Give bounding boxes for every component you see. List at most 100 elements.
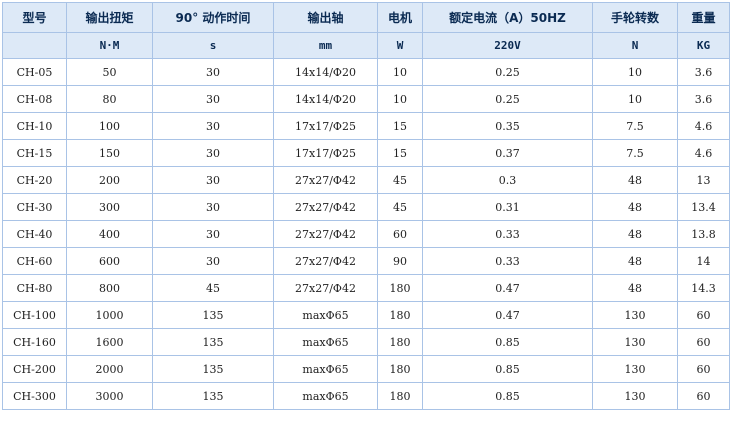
cell-rated-current: 0.47 (422, 301, 593, 329)
cell-weight: 4.6 (677, 139, 730, 167)
cell-output-shaft: 27x27/Φ42 (273, 247, 378, 275)
cell-output-shaft: 27x27/Φ42 (273, 166, 378, 194)
cell-model: CH-100 (2, 301, 67, 329)
cell-model: CH-10 (2, 112, 67, 140)
cell-action-time: 30 (152, 112, 274, 140)
cell-motor: 45 (377, 166, 423, 194)
cell-torque: 400 (66, 220, 153, 248)
cell-torque: 3000 (66, 382, 153, 410)
cell-model: CH-200 (2, 355, 67, 383)
cell-model: CH-08 (2, 85, 67, 113)
table-row: CH-300 3000 135 maxΦ65 180 0.85 130 60 (2, 382, 730, 410)
cell-model: CH-30 (2, 193, 67, 221)
cell-weight: 13.8 (677, 220, 730, 248)
table-row: CH-60 600 30 27x27/Φ42 90 0.33 48 14 (2, 247, 730, 275)
table-row: CH-05 50 30 14x14/Φ20 10 0.25 10 3.6 (2, 58, 730, 86)
cell-output-shaft: maxΦ65 (273, 328, 378, 356)
header-handwheel-turns: 手轮转数 (592, 2, 678, 33)
cell-rated-current: 0.31 (422, 193, 593, 221)
table-row: CH-200 2000 135 maxΦ65 180 0.85 130 60 (2, 355, 730, 383)
cell-model: CH-300 (2, 382, 67, 410)
cell-rated-current: 0.85 (422, 328, 593, 356)
header-action-time: 90° 动作时间 (152, 2, 274, 33)
cell-weight: 13 (677, 166, 730, 194)
cell-motor: 90 (377, 247, 423, 275)
cell-rated-current: 0.3 (422, 166, 593, 194)
cell-handwheel-turns: 48 (592, 247, 678, 275)
cell-rated-current: 0.85 (422, 382, 593, 410)
header-motor: 电机 (377, 2, 423, 33)
cell-model: CH-160 (2, 328, 67, 356)
cell-motor: 60 (377, 220, 423, 248)
cell-output-shaft: 27x27/Φ42 (273, 193, 378, 221)
cell-output-shaft: 27x27/Φ42 (273, 274, 378, 302)
header-torque: 输出扭矩 (66, 2, 153, 33)
unit-row: N·M s mm W 220V N KG (2, 32, 730, 59)
cell-handwheel-turns: 130 (592, 328, 678, 356)
cell-model: CH-20 (2, 166, 67, 194)
cell-motor: 180 (377, 355, 423, 383)
cell-motor: 10 (377, 58, 423, 86)
cell-torque: 1600 (66, 328, 153, 356)
table-row: CH-80 800 45 27x27/Φ42 180 0.47 48 14.3 (2, 274, 730, 302)
cell-torque: 800 (66, 274, 153, 302)
cell-handwheel-turns: 48 (592, 220, 678, 248)
cell-handwheel-turns: 10 (592, 85, 678, 113)
unit-output-shaft: mm (273, 32, 378, 59)
header-model: 型号 (2, 2, 67, 33)
cell-output-shaft: 17x17/Φ25 (273, 139, 378, 167)
cell-torque: 150 (66, 139, 153, 167)
unit-handwheel-turns: N (592, 32, 678, 59)
cell-action-time: 45 (152, 274, 274, 302)
table-body: CH-05 50 30 14x14/Φ20 10 0.25 10 3.6 CH-08 80 30 14… (2, 58, 730, 410)
cell-motor: 45 (377, 193, 423, 221)
cell-torque: 1000 (66, 301, 153, 329)
cell-output-shaft: 17x17/Φ25 (273, 112, 378, 140)
table-row: CH-40 400 30 27x27/Φ42 60 0.33 48 13.8 (2, 220, 730, 248)
cell-rated-current: 0.25 (422, 85, 593, 113)
spec-table: 型号 输出扭矩 90° 动作时间 输出轴 电机 额定电流（A）50HZ 手轮转数… (2, 2, 730, 410)
cell-weight: 60 (677, 355, 730, 383)
cell-rated-current: 0.85 (422, 355, 593, 383)
cell-motor: 180 (377, 274, 423, 302)
unit-action-time: s (152, 32, 274, 59)
unit-motor: W (377, 32, 423, 59)
cell-weight: 13.4 (677, 193, 730, 221)
cell-weight: 60 (677, 328, 730, 356)
cell-torque: 100 (66, 112, 153, 140)
cell-model: CH-05 (2, 58, 67, 86)
table-row: CH-20 200 30 27x27/Φ42 45 0.3 48 13 (2, 166, 730, 194)
cell-output-shaft: 27x27/Φ42 (273, 220, 378, 248)
cell-action-time: 135 (152, 355, 274, 383)
cell-output-shaft: 14x14/Φ20 (273, 85, 378, 113)
cell-handwheel-turns: 48 (592, 193, 678, 221)
cell-handwheel-turns: 48 (592, 274, 678, 302)
cell-weight: 3.6 (677, 85, 730, 113)
unit-rated-current: 220V (422, 32, 593, 59)
cell-weight: 14 (677, 247, 730, 275)
unit-model (2, 32, 67, 59)
cell-motor: 180 (377, 301, 423, 329)
cell-action-time: 30 (152, 58, 274, 86)
header-row: 型号 输出扭矩 90° 动作时间 输出轴 电机 额定电流（A）50HZ 手轮转数… (2, 2, 730, 33)
table-row: CH-15 150 30 17x17/Φ25 15 0.37 7.5 4.6 (2, 139, 730, 167)
cell-torque: 200 (66, 166, 153, 194)
cell-output-shaft: maxΦ65 (273, 355, 378, 383)
cell-action-time: 30 (152, 193, 274, 221)
cell-torque: 600 (66, 247, 153, 275)
cell-handwheel-turns: 48 (592, 166, 678, 194)
cell-handwheel-turns: 7.5 (592, 139, 678, 167)
cell-motor: 15 (377, 139, 423, 167)
header-output-shaft: 输出轴 (273, 2, 378, 33)
cell-torque: 300 (66, 193, 153, 221)
cell-action-time: 30 (152, 247, 274, 275)
cell-weight: 4.6 (677, 112, 730, 140)
cell-rated-current: 0.25 (422, 58, 593, 86)
cell-torque: 50 (66, 58, 153, 86)
cell-handwheel-turns: 130 (592, 301, 678, 329)
table-row: CH-08 80 30 14x14/Φ20 10 0.25 10 3.6 (2, 85, 730, 113)
cell-rated-current: 0.33 (422, 220, 593, 248)
cell-weight: 60 (677, 382, 730, 410)
cell-action-time: 30 (152, 139, 274, 167)
cell-action-time: 30 (152, 220, 274, 248)
